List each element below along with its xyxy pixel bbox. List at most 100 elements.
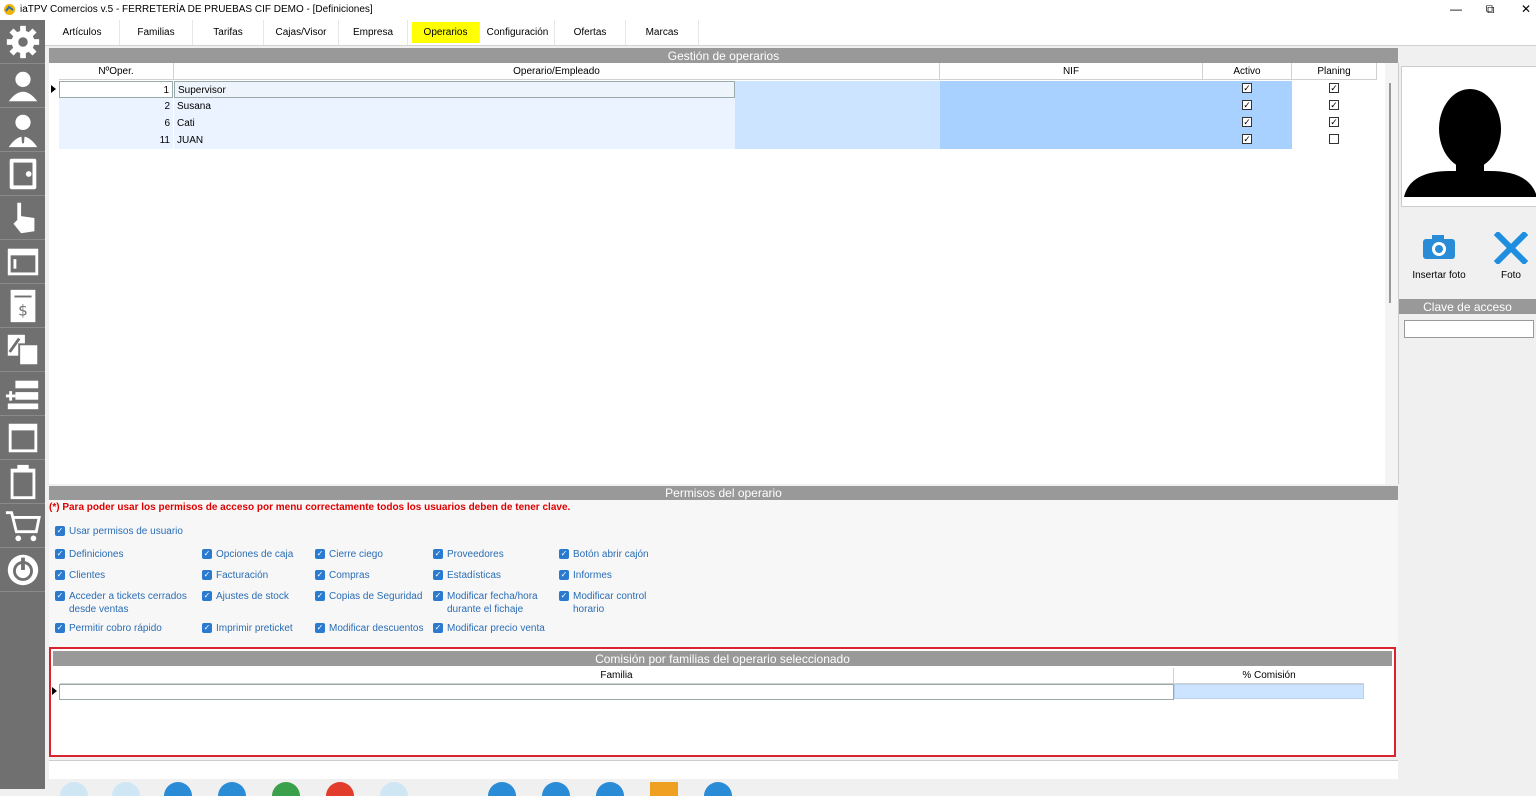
- operator-planing-cell[interactable]: [1292, 132, 1377, 149]
- bottom-button-5[interactable]: [272, 782, 300, 796]
- planing-checkbox[interactable]: ✓: [1329, 83, 1339, 93]
- operator-activo-cell[interactable]: ✓: [1203, 132, 1292, 149]
- operator-name-cell[interactable]: Supervisor: [174, 81, 735, 98]
- edit-documents-button[interactable]: [0, 328, 45, 372]
- tab-cajas-visor[interactable]: Cajas/Visor: [264, 20, 339, 45]
- tab-tarifas[interactable]: Tarifas: [193, 20, 264, 45]
- bottom-button-9[interactable]: [542, 782, 570, 796]
- operator-num-cell[interactable]: 1: [59, 81, 173, 98]
- tab-configuracion[interactable]: Configuración: [481, 20, 555, 45]
- column-header-comision[interactable]: % Comisión: [1174, 668, 1364, 684]
- permission-checkbox[interactable]: ✓ Acceder a tickets cerrados desde ventas: [55, 590, 189, 616]
- bottom-button-10[interactable]: [596, 782, 624, 796]
- bottom-button-7[interactable]: [380, 782, 408, 796]
- display-button[interactable]: [0, 416, 45, 460]
- operators-scrollbar[interactable]: [1385, 63, 1398, 484]
- permission-checkbox[interactable]: ✓ Copias de Seguridad: [315, 590, 439, 603]
- permission-checkbox[interactable]: ✓ Informes: [559, 569, 673, 582]
- bottom-button-4[interactable]: [218, 782, 246, 796]
- tab-marcas[interactable]: Marcas: [626, 20, 699, 45]
- safe-button[interactable]: [0, 152, 45, 196]
- permission-checkbox[interactable]: ✓ Modificar descuentos: [315, 622, 439, 635]
- close-button[interactable]: ✕: [1508, 0, 1536, 20]
- operator-planing-cell[interactable]: ✓: [1292, 81, 1377, 98]
- bottom-button-8[interactable]: [488, 782, 516, 796]
- insert-photo-button[interactable]: Insertar foto: [1408, 232, 1470, 281]
- activo-checkbox[interactable]: ✓: [1242, 83, 1252, 93]
- operator-activo-cell[interactable]: ✓: [1203, 115, 1292, 132]
- permission-checkbox[interactable]: ✓ Compras: [315, 569, 439, 582]
- column-header-activo[interactable]: Activo: [1203, 63, 1292, 80]
- bottom-button-3[interactable]: [164, 782, 192, 796]
- tab-operarios[interactable]: Operarios: [412, 22, 480, 43]
- bottom-button-2[interactable]: [112, 782, 140, 796]
- column-header-familia[interactable]: Familia: [60, 668, 1174, 684]
- operators-button[interactable]: [0, 108, 45, 152]
- permission-checkbox[interactable]: ✓ Modificar fecha/hora durante el fichaje: [433, 590, 559, 616]
- add-row-button[interactable]: [0, 372, 45, 416]
- activo-checkbox[interactable]: ✓: [1242, 134, 1252, 144]
- table-row[interactable]: 2 Susana ✓ ✓: [49, 98, 1385, 115]
- operator-planing-cell[interactable]: ✓: [1292, 98, 1377, 115]
- operator-ss-cell[interactable]: [940, 132, 1203, 149]
- operator-ss-cell[interactable]: [940, 81, 1203, 98]
- permission-checkbox[interactable]: ✓ Proveedores: [433, 548, 559, 561]
- activo-checkbox[interactable]: ✓: [1242, 117, 1252, 127]
- scrollbar-thumb[interactable]: [1389, 83, 1391, 303]
- operator-nif-cell[interactable]: [735, 98, 940, 115]
- operator-name-cell[interactable]: JUAN: [174, 132, 735, 149]
- permission-checkbox[interactable]: ✓ Cierre ciego: [315, 548, 439, 561]
- password-input[interactable]: [1404, 320, 1534, 338]
- tab-empresa[interactable]: Empresa: [339, 20, 408, 45]
- column-header-planing[interactable]: Planing: [1292, 63, 1377, 80]
- activo-checkbox[interactable]: ✓: [1242, 100, 1252, 110]
- permission-checkbox[interactable]: ✓ Facturación: [202, 569, 316, 582]
- column-header-num[interactable]: NºOper.: [59, 63, 174, 80]
- table-row[interactable]: 1 Supervisor ✓ ✓: [49, 81, 1385, 98]
- bottom-button-12[interactable]: [704, 782, 732, 796]
- planing-checkbox[interactable]: [1329, 134, 1339, 144]
- operator-num-cell[interactable]: 6: [59, 115, 173, 132]
- permission-checkbox[interactable]: ✓ Modificar control horario: [559, 590, 673, 616]
- tab-familias[interactable]: Familias: [120, 20, 193, 45]
- bottom-button-1[interactable]: [60, 782, 88, 796]
- table-row[interactable]: 6 Cati ✓ ✓: [49, 115, 1385, 132]
- planing-checkbox[interactable]: ✓: [1329, 100, 1339, 110]
- minimize-button[interactable]: —: [1438, 0, 1474, 20]
- column-header-operario[interactable]: Operario/Empleado: [174, 63, 940, 80]
- customers-button[interactable]: [0, 64, 45, 108]
- clipboard-button[interactable]: [0, 460, 45, 504]
- operator-num-cell[interactable]: 11: [59, 132, 173, 149]
- use-permissions-checkbox[interactable]: ✓ Usar permisos de usuario: [55, 525, 183, 538]
- settings-button[interactable]: [0, 20, 45, 64]
- permission-checkbox[interactable]: ✓ Estadísticas: [433, 569, 559, 582]
- operator-ss-cell[interactable]: [940, 115, 1203, 132]
- window-button[interactable]: [0, 240, 45, 284]
- operator-nif-cell[interactable]: [735, 132, 940, 149]
- permission-checkbox[interactable]: ✓ Modificar precio venta: [433, 622, 559, 635]
- permission-checkbox[interactable]: ✓ Imprimir preticket: [202, 622, 316, 635]
- operator-name-cell[interactable]: Susana: [174, 98, 735, 115]
- restore-button[interactable]: ⧉: [1472, 0, 1508, 20]
- operator-planing-cell[interactable]: ✓: [1292, 115, 1377, 132]
- operator-activo-cell[interactable]: ✓: [1203, 81, 1292, 98]
- operator-name-cell[interactable]: Cati: [174, 115, 735, 132]
- commission-percent-cell[interactable]: [1174, 684, 1364, 699]
- bottom-button-11[interactable]: [650, 782, 678, 796]
- delete-photo-button[interactable]: Foto: [1490, 230, 1532, 281]
- invoice-button[interactable]: $: [0, 284, 45, 328]
- power-button[interactable]: [0, 548, 45, 592]
- touch-sales-button[interactable]: [0, 196, 45, 240]
- operator-activo-cell[interactable]: ✓: [1203, 98, 1292, 115]
- operator-nif-cell[interactable]: [735, 115, 940, 132]
- tab-ofertas[interactable]: Ofertas: [555, 20, 626, 45]
- planing-checkbox[interactable]: ✓: [1329, 117, 1339, 127]
- shopping-cart-button[interactable]: [0, 504, 45, 548]
- permission-checkbox[interactable]: ✓ Ajustes de stock: [202, 590, 316, 603]
- operator-ss-cell[interactable]: [940, 98, 1203, 115]
- permission-checkbox[interactable]: ✓ Opciones de caja: [202, 548, 316, 561]
- column-header-nif[interactable]: NIF: [940, 63, 1203, 80]
- permission-checkbox[interactable]: ✓ Botón abrir cajón: [559, 548, 673, 561]
- bottom-button-6[interactable]: [326, 782, 354, 796]
- permission-checkbox[interactable]: ✓ Clientes: [55, 569, 189, 582]
